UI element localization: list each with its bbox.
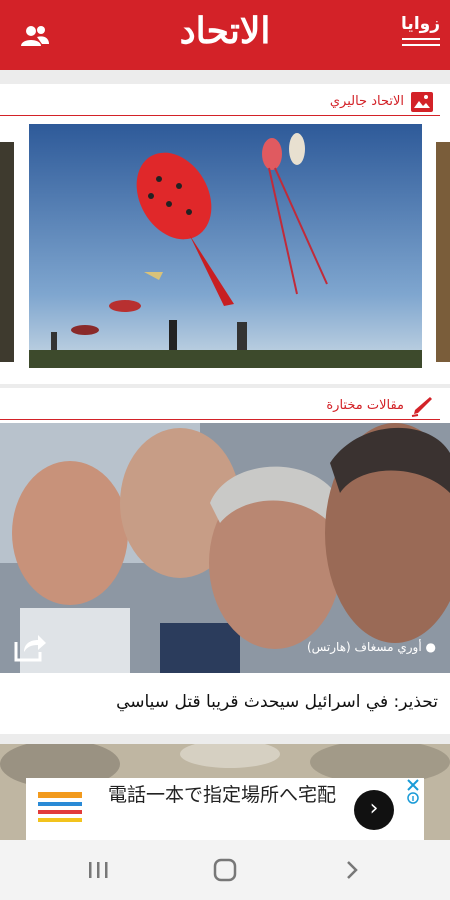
app-header: الاتحاد زوايا — [0, 0, 450, 70]
info-icon[interactable] — [406, 778, 420, 804]
menu-button[interactable]: زوايا — [400, 14, 444, 54]
hamburger-icon — [402, 38, 440, 50]
chevron-right-icon[interactable]: › — [354, 790, 394, 830]
author-icon: ● — [425, 640, 436, 654]
share-icon[interactable] — [12, 632, 48, 662]
recent-apps-icon[interactable] — [78, 854, 118, 886]
photo-credit-text: أوري مسغاف (هارتس) — [306, 640, 422, 654]
system-nav-bar — [0, 840, 450, 900]
article-title[interactable]: تحذير: في اسرائيل سيحدث قريبا قتل سياسي — [116, 692, 438, 712]
pen-icon — [411, 397, 432, 417]
featured-section-title: مقالات مختارة — [326, 398, 404, 413]
gallery-image-icon — [411, 92, 433, 112]
home-icon[interactable] — [205, 854, 245, 886]
photo-credit: أوري مسغاف (هارتس) ● — [307, 640, 436, 654]
article-photo[interactable] — [0, 423, 450, 673]
kites-photo-image — [29, 124, 422, 368]
ad-logo — [36, 788, 84, 828]
article-photo-image — [0, 423, 450, 673]
gallery-section-title: الاتحاد جاليري — [329, 94, 404, 109]
featured-section-header[interactable]: مقالات مختارة — [0, 392, 440, 420]
gallery-thumb-next[interactable] — [436, 142, 450, 362]
app-logo[interactable]: الاتحاد — [0, 10, 450, 52]
ad-banner[interactable]: 電話一本で指定場所へ宅配 › — [26, 778, 424, 840]
menu-label: زوايا — [401, 14, 440, 34]
ad-text: 電話一本で指定場所へ宅配 — [108, 784, 337, 806]
back-icon[interactable] — [332, 854, 372, 886]
gallery-photo-kites[interactable] — [29, 124, 422, 368]
gallery-thumb-previous[interactable] — [0, 142, 14, 362]
gallery-section-header[interactable]: الاتحاد جاليري — [0, 88, 440, 116]
